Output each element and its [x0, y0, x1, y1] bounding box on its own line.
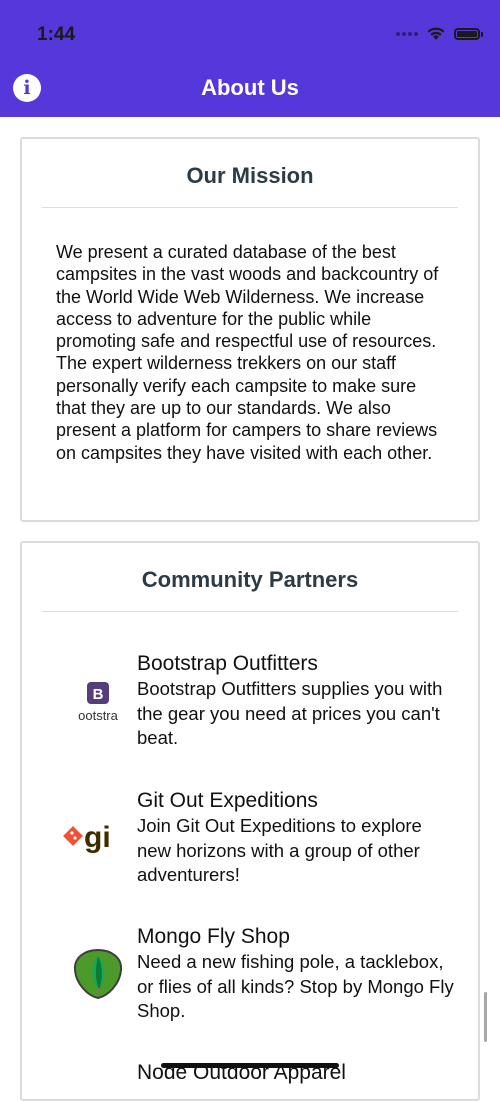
partner-description: Bootstrap Outfitters supplies you with t…	[137, 678, 443, 748]
mission-title: Our Mission	[186, 163, 314, 188]
partner-name: Git Out Expeditions	[137, 789, 318, 812]
scroll-indicator[interactable]	[484, 992, 487, 1042]
mission-body: We present a curated database of the bes…	[56, 242, 439, 463]
partners-divider	[42, 611, 458, 612]
svg-text:ootstra: ootstra	[78, 708, 119, 723]
git-logo-icon: gi	[62, 807, 134, 867]
partner-description: Need a new fishing pole, a tacklebox, or…	[137, 951, 454, 1021]
partner-text: Bootstrap Outfitters Bootstrap Outfitter…	[137, 652, 457, 751]
partner-item-mongo[interactable]: Mongo Fly Shop Need a new fishing pole, …	[22, 925, 478, 1035]
partners-card: Community Partners B ootstra Bootstrap O…	[20, 541, 480, 1101]
page-title: About Us	[201, 75, 299, 100]
svg-text:gi: gi	[84, 821, 111, 854]
home-indicator[interactable]	[161, 1063, 339, 1068]
partner-text: Git Out Expeditions Join Git Out Expedit…	[137, 789, 457, 888]
partner-item-git[interactable]: gi Git Out Expeditions Join Git Out Expe…	[22, 789, 478, 899]
wifi-icon	[427, 27, 445, 40]
mission-card: Our Mission We present a curated databas…	[20, 137, 480, 522]
partner-text: Mongo Fly Shop Need a new fishing pole, …	[137, 925, 457, 1024]
status-time: 1:44	[37, 24, 76, 45]
mongodb-leaf-logo-icon	[62, 944, 134, 1004]
nav-bar: i About Us	[0, 60, 500, 117]
bootstrap-logo-icon: B ootstra	[62, 674, 134, 734]
status-bar: 1:44	[0, 0, 500, 60]
status-icons	[396, 26, 483, 41]
partner-item-bootstrap[interactable]: B ootstra Bootstrap Outfitters Bootstrap…	[22, 652, 478, 762]
svg-text:B: B	[93, 686, 104, 703]
partners-title: Community Partners	[141, 567, 359, 592]
partner-name: Bootstrap Outfitters	[137, 652, 318, 675]
partner-description: Join Git Out Expeditions to explore new …	[137, 815, 422, 885]
signal-dots-icon	[396, 31, 418, 36]
battery-icon	[454, 27, 483, 40]
partner-name: Mongo Fly Shop	[137, 925, 290, 948]
